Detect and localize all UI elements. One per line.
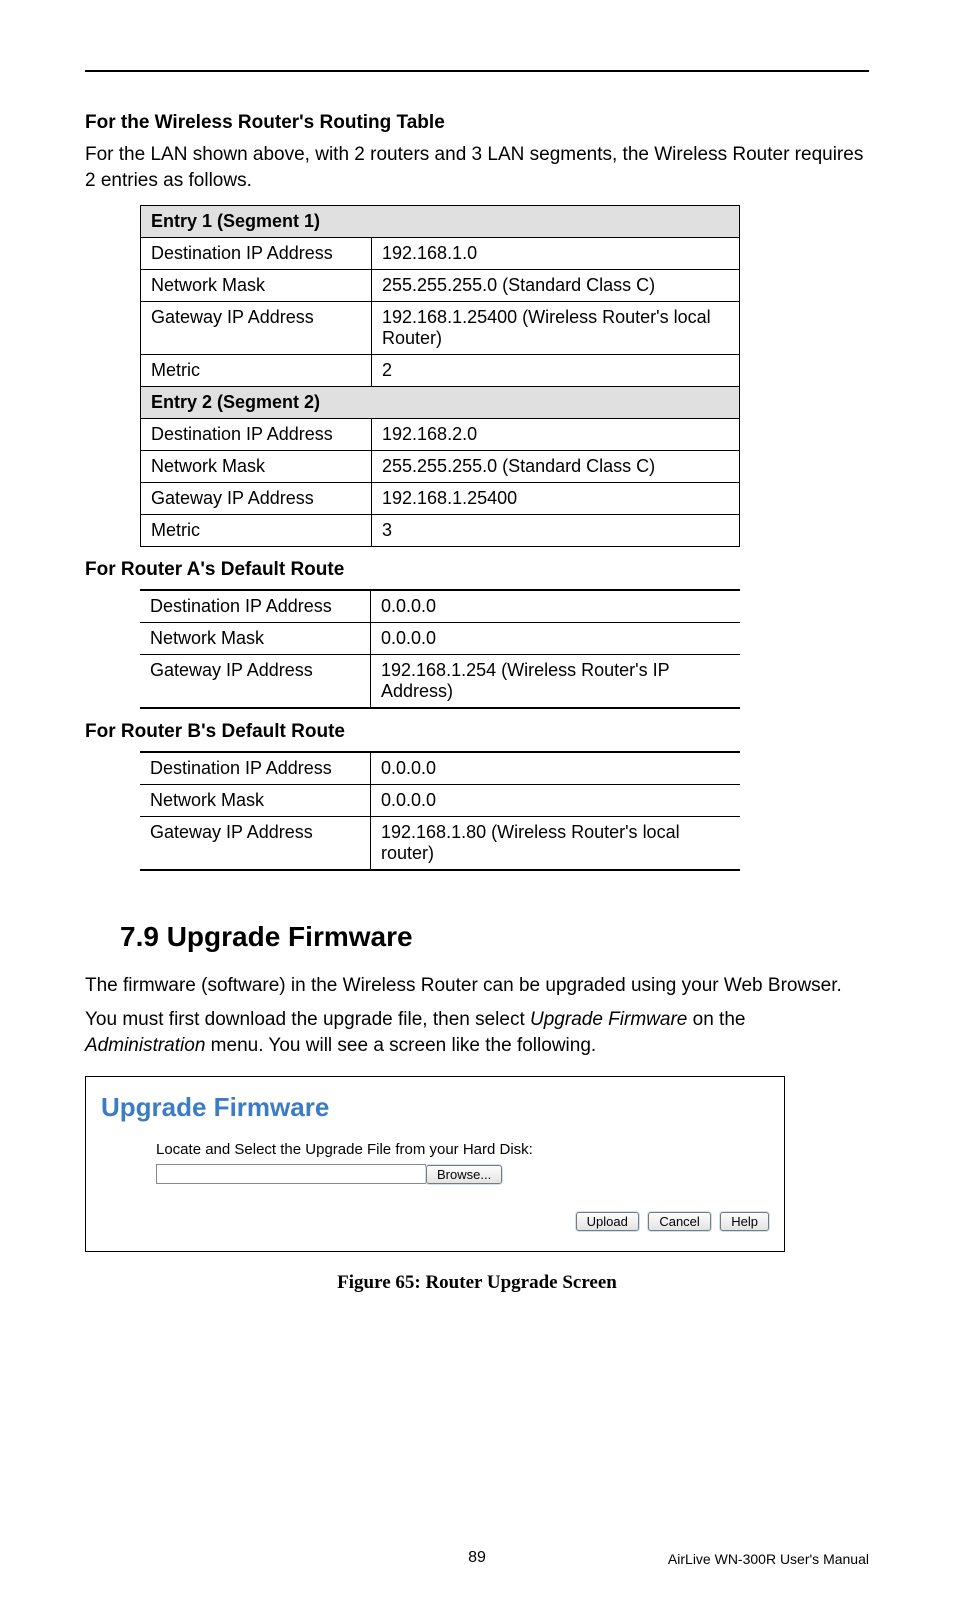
routerb-gateway-value: 192.168.1.80 (Wireless Router's local ro… — [371, 817, 741, 871]
entry1-header: Entry 1 (Segment 1) — [141, 206, 740, 238]
routerb-mask-value: 0.0.0.0 — [371, 785, 741, 817]
table-row: Network Mask 0.0.0.0 — [140, 623, 740, 655]
entry1-mask-value: 255.255.255.0 (Standard Class C) — [372, 270, 740, 302]
routing-table: Entry 1 (Segment 1) Destination IP Addre… — [140, 205, 740, 547]
browse-button[interactable]: Browse... — [426, 1165, 502, 1184]
entry2-gateway-value: 192.168.1.25400 — [372, 483, 740, 515]
table-row: Destination IP Address 0.0.0.0 — [140, 752, 740, 785]
routera-gateway-label: Gateway IP Address — [140, 655, 371, 709]
table-row: Network Mask 255.255.255.0 (Standard Cla… — [141, 270, 740, 302]
top-rule — [85, 70, 869, 72]
upgrade-para2c: on the — [687, 1009, 745, 1030]
routerb-mask-label: Network Mask — [140, 785, 371, 817]
upgrade-para2: You must first download the upgrade file… — [85, 1007, 869, 1058]
section-paragraph: For the LAN shown above, with 2 routers … — [85, 142, 869, 193]
table-row: Gateway IP Address 192.168.1.254 (Wirele… — [140, 655, 740, 709]
upgrade-para2e: menu. You will see a screen like the fol… — [205, 1035, 596, 1056]
entry2-mask-label: Network Mask — [141, 451, 372, 483]
router-a-table: Destination IP Address 0.0.0.0 Network M… — [140, 589, 740, 709]
firmware-screenshot: Upgrade Firmware Locate and Select the U… — [85, 1076, 785, 1252]
entry1-dest-value: 192.168.1.0 — [372, 238, 740, 270]
entry2-header-row: Entry 2 (Segment 2) — [141, 387, 740, 419]
file-path-input[interactable] — [156, 1164, 426, 1184]
upgrade-para2b: Upgrade Firmware — [530, 1009, 687, 1030]
entry1-gateway-value: 192.168.1.25400 (Wireless Router's local… — [372, 302, 740, 355]
entry2-header: Entry 2 (Segment 2) — [141, 387, 740, 419]
entry1-header-row: Entry 1 (Segment 1) — [141, 206, 740, 238]
entry1-metric-value: 2 — [372, 355, 740, 387]
routera-dest-value: 0.0.0.0 — [371, 590, 741, 623]
manual-name: AirLive WN-300R User's Manual — [668, 1551, 869, 1567]
routerb-gateway-label: Gateway IP Address — [140, 817, 371, 871]
upgrade-para2d: Administration — [85, 1035, 205, 1056]
entry2-dest-label: Destination IP Address — [141, 419, 372, 451]
upgrade-para1: The firmware (software) in the Wireless … — [85, 973, 869, 999]
section-title-router-b: For Router B's Default Route — [85, 721, 869, 743]
help-button[interactable]: Help — [720, 1212, 769, 1231]
firmware-title: Upgrade Firmware — [101, 1092, 769, 1123]
routera-gateway-value: 192.168.1.254 (Wireless Router's IP Addr… — [371, 655, 741, 709]
table-row: Metric 2 — [141, 355, 740, 387]
table-row: Metric 3 — [141, 515, 740, 547]
routerb-dest-label: Destination IP Address — [140, 752, 371, 785]
table-row: Network Mask 0.0.0.0 — [140, 785, 740, 817]
firmware-file-label: Locate and Select the Upgrade File from … — [156, 1141, 769, 1158]
entry1-gateway-label: Gateway IP Address — [141, 302, 372, 355]
upgrade-para2a: You must first download the upgrade file… — [85, 1009, 530, 1030]
table-row: Gateway IP Address 192.168.1.80 (Wireles… — [140, 817, 740, 871]
routera-mask-value: 0.0.0.0 — [371, 623, 741, 655]
routera-mask-label: Network Mask — [140, 623, 371, 655]
table-row: Network Mask 255.255.255.0 (Standard Cla… — [141, 451, 740, 483]
file-row: Browse... — [156, 1164, 769, 1184]
entry1-mask-label: Network Mask — [141, 270, 372, 302]
entry2-mask-value: 255.255.255.0 (Standard Class C) — [372, 451, 740, 483]
section-title-router-a: For Router A's Default Route — [85, 559, 869, 581]
figure-caption: Figure 65: Router Upgrade Screen — [85, 1272, 869, 1294]
entry2-metric-value: 3 — [372, 515, 740, 547]
routera-dest-label: Destination IP Address — [140, 590, 371, 623]
section-title-routing-table: For the Wireless Router's Routing Table — [85, 112, 869, 134]
entry1-metric-label: Metric — [141, 355, 372, 387]
table-row: Destination IP Address 192.168.1.0 — [141, 238, 740, 270]
table-row: Destination IP Address 0.0.0.0 — [140, 590, 740, 623]
table-row: Gateway IP Address 192.168.1.25400 (Wire… — [141, 302, 740, 355]
routerb-dest-value: 0.0.0.0 — [371, 752, 741, 785]
entry2-gateway-label: Gateway IP Address — [141, 483, 372, 515]
button-row: Upload Cancel Help — [101, 1212, 769, 1231]
cancel-button[interactable]: Cancel — [648, 1212, 710, 1231]
table-row: Destination IP Address 192.168.2.0 — [141, 419, 740, 451]
section-heading-upgrade: 7.9 Upgrade Firmware — [120, 921, 869, 953]
entry2-metric-label: Metric — [141, 515, 372, 547]
entry1-dest-label: Destination IP Address — [141, 238, 372, 270]
entry2-dest-value: 192.168.2.0 — [372, 419, 740, 451]
upload-button[interactable]: Upload — [576, 1212, 639, 1231]
footer: 89 AirLive WN-300R User's Manual — [85, 1549, 869, 1567]
router-b-table: Destination IP Address 0.0.0.0 Network M… — [140, 751, 740, 871]
table-row: Gateway IP Address 192.168.1.25400 — [141, 483, 740, 515]
